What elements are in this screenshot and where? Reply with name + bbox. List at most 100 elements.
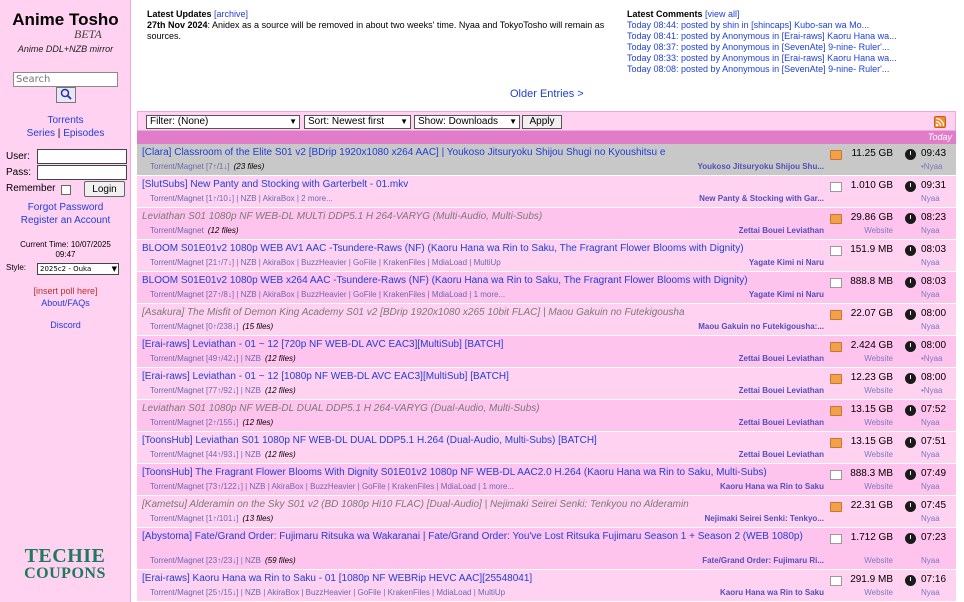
source-link[interactable]: Nyaa	[921, 226, 940, 236]
source-link[interactable]: Nyaa	[921, 588, 940, 598]
series-link[interactable]: Youkoso Jitsuryoku Shijou Shu...	[697, 162, 824, 172]
table-row[interactable]: [SlutSubs] New Panty and Stocking with G…	[137, 176, 956, 208]
series-link[interactable]: Kaoru Hana wa Rin to Saku	[720, 482, 824, 492]
site-logo[interactable]: Anime Tosho	[0, 10, 131, 30]
release-title-link[interactable]: [SlutSubs] New Panty and Stocking with G…	[142, 179, 822, 191]
comment-item[interactable]: Today 08:08: posted by Anonymous in [Sev…	[627, 64, 957, 75]
series-link[interactable]: Zettai Bouei Leviathan	[739, 418, 824, 428]
torrent-magnet-links[interactable]: Torrent/Magnet [49↑/42↓] | NZB	[150, 354, 261, 363]
torrent-magnet-links[interactable]: Torrent/Magnet [73↑/122↓] | NZB | AkiraB…	[150, 482, 514, 491]
release-title-link[interactable]: [Asakura] The Misfit of Demon King Acade…	[142, 307, 822, 319]
style-select[interactable]: 2025c2 - Ouka ▼	[37, 263, 119, 275]
comment-item[interactable]: Today 08:44: posted by shin in [shincaps…	[627, 20, 957, 31]
username-field[interactable]	[37, 149, 127, 164]
source-link[interactable]: Nyaa	[921, 482, 940, 492]
table-row[interactable]: [Asakura] The Misfit of Demon King Acade…	[137, 304, 956, 336]
rss-icon[interactable]	[934, 116, 946, 128]
table-row[interactable]: BLOOM S01E01v2 1080p WEB x264 AAC -Tsund…	[137, 272, 956, 304]
release-title-link[interactable]: [Erai-raws] Leviathan - 01 ~ 12 [1080p N…	[142, 371, 822, 383]
torrent-magnet-links[interactable]: Torrent/Magnet [23↑/23↓] | NZB	[150, 556, 261, 565]
table-row[interactable]: [ToonsHub] The Fragrant Flower Blooms Wi…	[137, 464, 956, 496]
series-link[interactable]: Maou Gakuin no Futekigousha:...	[698, 322, 824, 332]
older-entries-link[interactable]: Older Entries >	[510, 88, 584, 100]
source-link[interactable]: Nyaa	[921, 322, 940, 332]
torrent-magnet-links[interactable]: Torrent/Magnet [27↑/8↓] | NZB | AkiraBox…	[150, 290, 505, 299]
nav-series-link[interactable]: Series	[27, 128, 55, 139]
website-link[interactable]: Website	[853, 482, 893, 492]
series-link[interactable]: New Panty & Stocking with Gar...	[699, 194, 824, 204]
archive-link[interactable]: [archive]	[214, 9, 248, 19]
torrent-magnet-links[interactable]: Torrent/Magnet [1↑/10↓] | NZB | AkiraBox…	[150, 194, 333, 203]
website-link[interactable]: Website	[853, 450, 893, 460]
torrent-magnet-links[interactable]: Torrent/Magnet	[150, 226, 204, 235]
search-input[interactable]	[13, 72, 118, 87]
sort-select[interactable]: Sort: Newest first ▼	[304, 115, 411, 129]
torrent-magnet-links[interactable]: Torrent/Magnet [77↑/92↓] | NZB	[150, 386, 261, 395]
series-link[interactable]: Kaoru Hana wa Rin to Saku	[720, 588, 824, 598]
series-link[interactable]: Zettai Bouei Leviathan	[739, 226, 824, 236]
source-link[interactable]: •Nyaa	[921, 386, 942, 396]
source-link[interactable]: Nyaa	[921, 290, 940, 300]
register-link[interactable]: Register an Account	[21, 215, 111, 226]
table-row[interactable]: Leviathan S01 1080p NF WEB-DL DUAL DDP5.…	[137, 400, 956, 432]
series-link[interactable]: Fate/Grand Order: Fujimaru Ri...	[702, 556, 824, 566]
website-link[interactable]: Website	[853, 226, 893, 236]
release-title-link[interactable]: [ToonsHub] Leviathan S01 1080p NF WEB-DL…	[142, 435, 822, 447]
comment-item[interactable]: Today 08:41: posted by Anonymous in [Era…	[627, 31, 957, 42]
techie-coupons-ad[interactable]: TECHIE COUPONS	[20, 546, 110, 587]
apply-button[interactable]: Apply	[522, 115, 562, 129]
source-link[interactable]: Nyaa	[921, 258, 940, 268]
table-row[interactable]: [Erai-raws] Leviathan - 01 ~ 12 [1080p N…	[137, 368, 956, 400]
remember-checkbox[interactable]	[61, 185, 71, 195]
source-link[interactable]: •Nyaa	[921, 354, 942, 364]
table-row[interactable]: [Erai-raws] Kaoru Hana wa Rin to Saku - …	[137, 570, 956, 602]
release-title-link[interactable]: Leviathan S01 1080p NF WEB-DL MULTi DDP5…	[142, 211, 822, 223]
source-link[interactable]: Nyaa	[921, 450, 940, 460]
series-link[interactable]: Yagate Kimi ni Naru	[749, 290, 824, 300]
release-title-link[interactable]: [Abystoma] Fate/Grand Order: Fujimaru Ri…	[142, 531, 822, 543]
source-link[interactable]: Nyaa	[921, 418, 940, 428]
series-link[interactable]: Yagate Kimi ni Naru	[749, 258, 824, 268]
filter-select[interactable]: Filter: (None) ▼	[146, 115, 300, 129]
table-row[interactable]: [Clara] Classroom of the Elite S01 v2 [B…	[137, 144, 956, 176]
torrent-magnet-links[interactable]: Torrent/Magnet [21↑/7↓] | NZB | AkiraBox…	[150, 258, 501, 267]
release-title-link[interactable]: Leviathan S01 1080p NF WEB-DL DUAL DDP5.…	[142, 403, 822, 415]
torrent-magnet-links[interactable]: Torrent/Magnet [2↑/155↓]	[150, 418, 239, 427]
website-link[interactable]: Website	[853, 354, 893, 364]
search-button[interactable]	[56, 87, 76, 103]
login-button[interactable]: Login	[84, 181, 125, 197]
website-link[interactable]: Website	[853, 556, 893, 566]
source-link[interactable]: •Nyaa	[921, 162, 942, 172]
source-link[interactable]: Nyaa	[921, 556, 940, 566]
release-title-link[interactable]: BLOOM S01E01v2 1080p WEB x264 AAC -Tsund…	[142, 275, 822, 287]
source-link[interactable]: Nyaa	[921, 194, 940, 204]
series-link[interactable]: Zettai Bouei Leviathan	[739, 386, 824, 396]
torrent-magnet-links[interactable]: Torrent/Magnet [1↑/101↓]	[150, 514, 239, 523]
view-all-comments-link[interactable]: [view all]	[705, 9, 740, 19]
release-title-link[interactable]: BLOOM S01E01v2 1080p WEB AV1 AAC -Tsunde…	[142, 243, 822, 255]
release-title-link[interactable]: [Erai-raws] Leviathan - 01 ~ 12 [720p NF…	[142, 339, 822, 351]
show-select[interactable]: Show: Downloads ▼	[414, 115, 520, 129]
release-title-link[interactable]: [Kametsu] Alderamin on the Sky S01 v2 (B…	[142, 499, 822, 511]
torrent-magnet-links[interactable]: Torrent/Magnet [0↑/238↓]	[150, 322, 239, 331]
nav-torrents-link[interactable]: Torrents	[47, 115, 83, 126]
table-row[interactable]: BLOOM S01E01v2 1080p WEB AV1 AAC -Tsunde…	[137, 240, 956, 272]
table-row[interactable]: [Abystoma] Fate/Grand Order: Fujimaru Ri…	[137, 528, 956, 570]
torrent-magnet-links[interactable]: Torrent/Magnet [44↑/93↓] | NZB	[150, 450, 261, 459]
nav-episodes-link[interactable]: Episodes	[63, 128, 104, 139]
release-title-link[interactable]: [ToonsHub] The Fragrant Flower Blooms Wi…	[142, 467, 822, 479]
release-title-link[interactable]: [Erai-raws] Kaoru Hana wa Rin to Saku - …	[142, 573, 822, 585]
website-link[interactable]: Website	[853, 588, 893, 598]
series-link[interactable]: Zettai Bouei Leviathan	[739, 354, 824, 364]
source-link[interactable]: Nyaa	[921, 514, 940, 524]
website-link[interactable]: Website	[853, 418, 893, 428]
password-field[interactable]	[37, 165, 127, 180]
table-row[interactable]: Leviathan S01 1080p NF WEB-DL MULTi DDP5…	[137, 208, 956, 240]
comment-item[interactable]: Today 08:33: posted by Anonymous in [Era…	[627, 53, 957, 64]
release-title-link[interactable]: [Clara] Classroom of the Elite S01 v2 [B…	[142, 147, 822, 159]
about-link[interactable]: About/FAQs	[41, 298, 90, 308]
torrent-magnet-links[interactable]: Torrent/Magnet [7↑/1↓]	[150, 162, 230, 171]
comment-item[interactable]: Today 08:37: posted by Anonymous in [Sev…	[627, 42, 957, 53]
discord-link[interactable]: Discord	[50, 320, 81, 330]
torrent-magnet-links[interactable]: Torrent/Magnet [25↑/15↓] | NZB | AkiraBo…	[150, 588, 505, 597]
